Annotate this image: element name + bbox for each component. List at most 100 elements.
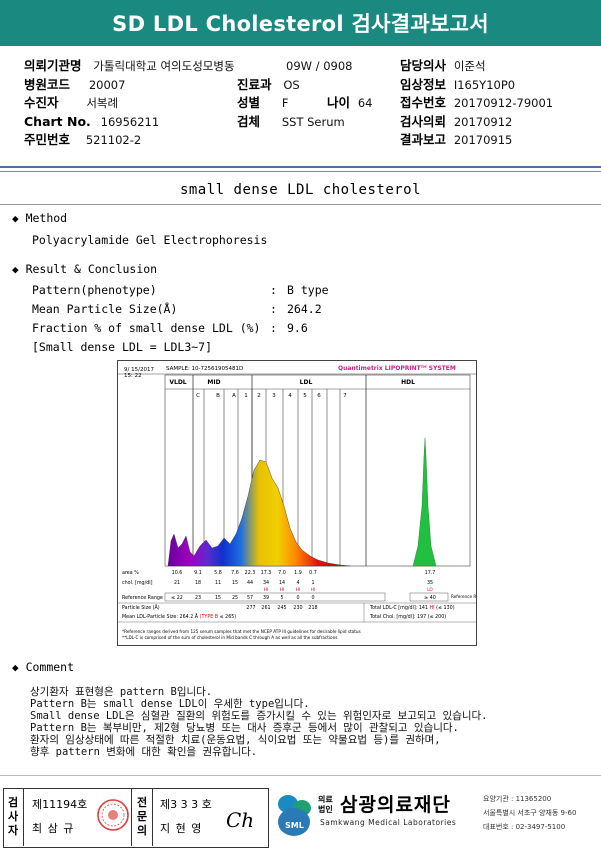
mean-ldl-type: (TYPE B	[200, 614, 218, 620]
svg-text:SML: SML	[285, 821, 304, 830]
mean-ldl-ref: ≤ 265)	[218, 614, 236, 620]
method-heading: ◆ Method	[12, 211, 68, 225]
region-label: VLDL	[169, 379, 186, 386]
region-label: MID	[207, 379, 220, 386]
band-label: 6	[317, 393, 321, 399]
ref-row-label: Reference Range	[122, 595, 163, 601]
peaks	[167, 437, 437, 567]
particle-size-value: 230	[293, 605, 302, 611]
ref-value: 0	[311, 595, 314, 601]
flag-value: HI	[296, 587, 300, 592]
ref-value: ≤ 22	[171, 595, 183, 601]
specialist-number: 제3 3 3 호	[160, 798, 212, 811]
region-label: HDL	[401, 379, 415, 386]
report-title-bar: SD LDL Cholesterol 검사결과보고서	[0, 0, 601, 46]
flag-value: HI	[280, 587, 284, 592]
total-chol: Total Chol. [mg/dl]: 197 (≤ 200)	[369, 614, 446, 620]
divider	[0, 204, 601, 205]
area-value: 17.3	[261, 570, 272, 576]
ldl-profile	[167, 459, 351, 567]
diamond-bullet-icon: ◆	[12, 212, 19, 225]
particle-size-value: 261	[261, 605, 270, 611]
area-value: 17.7	[425, 570, 436, 576]
ref-value: 0	[296, 595, 299, 601]
chol-value: 18	[195, 580, 201, 586]
lipoprint-chart: 9/ 15/2017 15: 22 SAMPLE: 10-72561905481…	[117, 360, 487, 646]
band-label: 7	[343, 393, 347, 399]
org-name: 삼광의료재단	[340, 794, 451, 816]
area-value: 22.3	[245, 570, 256, 576]
area-value: 5.8	[214, 570, 222, 576]
particle-size-label: Particle Size (Å)	[122, 604, 160, 611]
org-code: 요양기관 : 11365200	[483, 795, 552, 803]
chol-value: 35	[427, 580, 433, 586]
result-heading: ◆ Result & Conclusion	[12, 262, 158, 276]
ref-value: 5	[280, 595, 283, 601]
flag-value: LO	[427, 587, 433, 592]
chart-sample: SAMPLE: 10-72561905481D	[166, 366, 243, 372]
area-value: 1.9	[294, 570, 302, 576]
ref-value: 23	[195, 595, 201, 601]
tester-seal-icon	[97, 799, 129, 831]
chart-footnote-1: *Reference ranges derived from 125 serum…	[122, 629, 361, 634]
chol-value: 11	[215, 580, 221, 586]
org-english-name: Samkwang Medical Laboratories	[320, 818, 457, 827]
band-label: 1	[244, 393, 248, 399]
flag-value: HI	[264, 587, 268, 592]
org-address: 서울특별시 서초구 양재동 9-60	[483, 809, 577, 817]
area-value: 9.1	[194, 570, 202, 576]
area-value: 7.6	[231, 570, 239, 576]
sml-logo-icon: SML	[278, 795, 311, 836]
area-value: 7.0	[278, 570, 286, 576]
ref-row-label-right: Reference Range	[451, 594, 476, 599]
chol-value: 1	[311, 580, 314, 586]
result-value: B type	[287, 283, 329, 297]
area-value: 10.6	[172, 570, 183, 576]
result-label: Fraction % of small dense LDL (%)	[32, 321, 261, 335]
area-row-label: area %	[122, 570, 139, 576]
band-label: B	[216, 393, 220, 399]
area-value: 0.7	[309, 570, 317, 576]
comment-heading: ◆ Comment	[12, 660, 75, 674]
result-note: [Small dense LDL = LDL3~7]	[32, 340, 213, 354]
band-label: 4	[288, 393, 292, 399]
ref-value: ≥ 40	[424, 595, 436, 601]
band-label: A	[232, 393, 236, 399]
divider	[0, 775, 601, 776]
band-label: 5	[303, 393, 307, 399]
particle-size-value: 277	[246, 605, 255, 611]
lipoprint-chart-svg: 9/ 15/2017 15: 22 SAMPLE: 10-72561905481…	[118, 365, 487, 640]
divider	[0, 166, 601, 168]
particle-size-value: 245	[277, 605, 286, 611]
result-label: Pattern(phenotype)	[32, 283, 157, 297]
chart-footnote-2: **LDL-C is comprised of the sum of chole…	[122, 635, 337, 640]
specialist-name: 지 현 영	[160, 822, 203, 835]
result-label: Mean Particle Size(Å)	[32, 302, 178, 316]
institution-row: 의뢰기관명 가톨릭대학교 여의도성모병동	[24, 58, 235, 73]
diamond-bullet-icon: ◆	[12, 263, 19, 276]
band-label: 3	[272, 393, 276, 399]
org-phone: 대표번호 : 02-3497-5100	[483, 823, 566, 831]
specialist-signature: Ch	[226, 808, 255, 832]
particle-size-value: 218	[308, 605, 317, 611]
total-ldl: Total LDL-C [mg/dl]: 141 HI (≤ 130)	[369, 605, 455, 611]
ref-value: 25	[232, 595, 238, 601]
tester-number: 제11194호	[32, 798, 88, 811]
flag-value: HI	[311, 587, 315, 592]
result-value: 264.2	[287, 302, 322, 316]
chart-brand: Quantimetrix LIPOPRINTTM SYSTEM	[338, 365, 456, 372]
diamond-bullet-icon: ◆	[12, 661, 19, 674]
chol-value: 15	[232, 580, 238, 586]
mean-ldl-size: Mean LDL-Particle Size: 264.2 Å (TYPE B …	[122, 613, 236, 620]
ref-value: 57	[247, 595, 253, 601]
total-ldl-ref: (≤ 130)	[435, 605, 455, 611]
specialist-label: 전문의	[131, 788, 153, 846]
tester-name: 최 삼 규	[32, 822, 75, 835]
report-title: SD LDL Cholesterol 검사결과보고서	[112, 12, 489, 36]
chol-row-label: chol. [mg/dl]	[122, 580, 153, 586]
divider	[0, 171, 601, 172]
chol-value: 21	[174, 580, 180, 586]
result-value: 9.6	[287, 321, 308, 335]
hdl-peak	[412, 437, 437, 567]
tester-label: 검사자	[3, 788, 24, 846]
